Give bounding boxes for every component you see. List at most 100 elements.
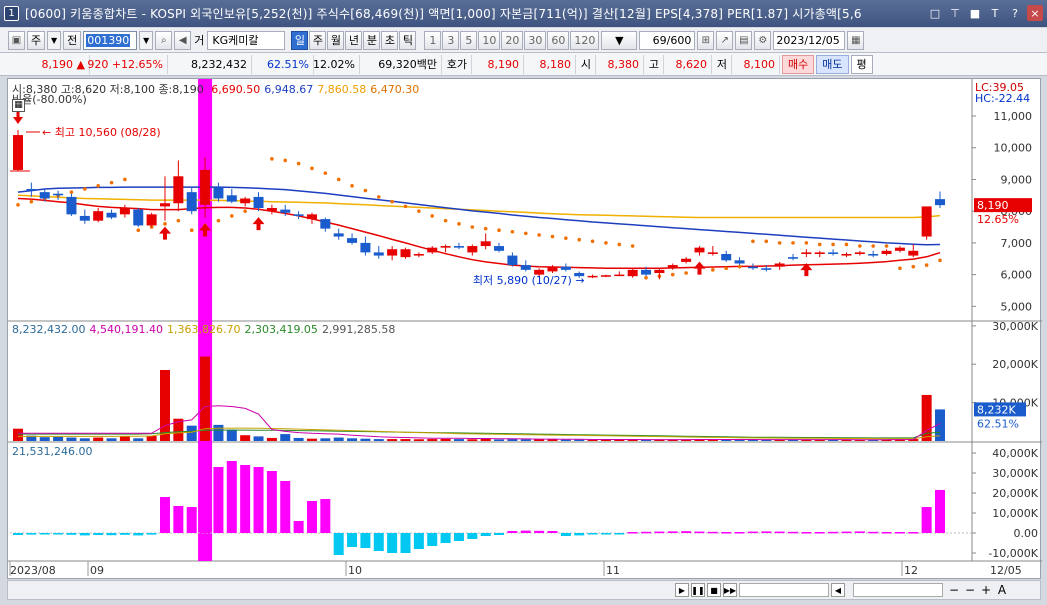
candle-body — [667, 265, 678, 269]
candle-body — [480, 241, 491, 247]
restore-icon[interactable]: □ — [927, 5, 943, 21]
period-tab[interactable]: 틱 — [399, 30, 417, 50]
eval-button[interactable]: 평 — [850, 54, 873, 74]
period-tab[interactable]: 월 — [327, 30, 345, 50]
stock-prefix: 거 — [194, 34, 205, 47]
gear-icon[interactable]: ⚙ — [754, 30, 772, 50]
market-dropdown-icon[interactable]: ▼ — [47, 30, 62, 50]
stock-code-input[interactable]: 001390 — [83, 30, 138, 50]
scroll-bar[interactable]: ▶ ❚❚ ■ ▶▶ ◀ − − + A — [7, 580, 1041, 600]
stop-icon[interactable]: ■ — [707, 583, 721, 597]
period-tab[interactable]: 초 — [381, 30, 399, 50]
y-tick-label: 11,000 — [994, 110, 1033, 123]
x-tick-label: 10 — [348, 564, 362, 577]
high-label: 고 — [644, 54, 664, 74]
minimize-icon[interactable]: ■ — [967, 5, 983, 21]
psar-dot — [16, 203, 20, 207]
calendar-icon[interactable]: ▦ — [847, 30, 865, 50]
layout-icon[interactable]: ▣ — [8, 30, 25, 50]
candle-body — [854, 252, 865, 254]
psar-dot — [871, 244, 875, 248]
period-tab[interactable]: 분 — [363, 30, 381, 50]
volume-bar — [186, 425, 197, 441]
interval-tab[interactable]: 1 — [424, 30, 442, 50]
psar-dot — [136, 228, 141, 232]
sell-button[interactable]: 매도 — [816, 54, 849, 74]
save-icon[interactable]: ▤ — [735, 30, 753, 50]
candle-body — [347, 238, 358, 243]
osc-bar — [427, 533, 438, 546]
font-icon[interactable]: T — [987, 5, 1003, 21]
interval-tab[interactable]: 3 — [442, 30, 460, 50]
ma-legend-value: 6,948.67 — [264, 83, 314, 96]
interval-tab[interactable]: 30 — [524, 30, 547, 50]
buy-button[interactable]: 매수 — [782, 54, 815, 74]
zoom-reset-icon[interactable]: − — [963, 583, 977, 597]
period-tab[interactable]: 주 — [309, 30, 327, 50]
candle-body — [814, 252, 825, 254]
candle-body — [333, 233, 344, 237]
volume-legend: 8,232,432.00 4,540,191.40 1,363,826.70 2,30… — [12, 323, 399, 336]
osc-bar — [79, 533, 90, 536]
volume-bar — [13, 428, 23, 441]
period-tab[interactable]: 일 — [291, 30, 309, 50]
sound-icon[interactable]: ◀ — [174, 30, 192, 50]
prev-button[interactable]: 전 — [63, 30, 82, 50]
interval-tab[interactable]: 20 — [501, 30, 524, 50]
osc-bar — [146, 533, 157, 535]
zoom-out-icon[interactable]: − — [947, 583, 961, 597]
osc-bar — [600, 533, 611, 535]
date-input[interactable]: 2023/12/05 — [773, 30, 846, 50]
code-dropdown-icon[interactable]: ▼ — [139, 30, 154, 50]
interval-dropdown[interactable]: ▼ — [601, 30, 638, 50]
osc-bar — [159, 497, 170, 533]
psar-dot — [403, 204, 408, 209]
osc-bar — [53, 533, 64, 535]
volume-pct-tag: 62.51% — [977, 417, 1019, 430]
scroll-right-icon[interactable]: ▶ — [675, 583, 689, 597]
indicator-icon[interactable]: ⊞ — [697, 30, 715, 50]
volume-bar — [66, 437, 77, 441]
volume-bar — [79, 438, 90, 441]
search-icon[interactable]: ⌕ — [155, 30, 173, 50]
chart-area[interactable]: 11,00010,0009,0008,0007,0006,0005,00030,… — [7, 78, 1042, 579]
pause-icon[interactable]: ❚❚ — [691, 583, 705, 597]
osc-bar — [226, 461, 237, 533]
psar-dot — [69, 190, 74, 194]
auto-scale-icon[interactable]: A — [995, 583, 1009, 597]
zoom-track[interactable] — [853, 583, 943, 597]
osc-bar — [627, 532, 638, 534]
help-icon[interactable]: ? — [1007, 5, 1023, 21]
grid-toggle-icon[interactable]: ▦ — [12, 99, 25, 112]
low-annotation: 최저 5,890 (10/27) → — [473, 274, 585, 287]
current-price-tag: 8,190 — [977, 199, 1009, 212]
fast-forward-icon[interactable]: ▶▶ — [723, 583, 737, 597]
period-tab[interactable]: 년 — [345, 30, 363, 50]
candle-body — [600, 275, 611, 277]
market-button[interactable]: 주 — [27, 30, 46, 50]
scroll-left-icon[interactable]: ◀ — [831, 583, 845, 597]
psar-dot — [684, 271, 688, 275]
x-tick-label: 2023/08 — [10, 564, 56, 577]
close-icon[interactable]: × — [1027, 5, 1043, 21]
volume-bar — [106, 438, 117, 441]
interval-tab[interactable]: 120 — [570, 30, 600, 50]
period-tabs: 일주월년분초틱 — [291, 30, 417, 50]
osc-bar — [894, 532, 905, 534]
psar-dot — [577, 237, 582, 242]
interval-tab[interactable]: 60 — [547, 30, 570, 50]
stock-name: KG케미칼 — [207, 30, 286, 50]
volume-bar — [467, 439, 478, 441]
interval-tab[interactable]: 10 — [478, 30, 501, 50]
interval-tab[interactable]: 5 — [460, 30, 478, 50]
draw-icon[interactable]: ↗ — [716, 30, 734, 50]
osc-bar — [814, 532, 825, 534]
candle-body — [400, 249, 411, 258]
zoom-in-icon[interactable]: + — [979, 583, 993, 597]
bar-count-input[interactable]: 69/600 — [639, 30, 696, 50]
psar-dot — [350, 184, 354, 188]
pin-icon[interactable]: ⊤ — [947, 5, 963, 21]
osc-bar — [480, 533, 491, 536]
scroll-track[interactable] — [739, 583, 829, 597]
candle-body — [908, 250, 919, 256]
